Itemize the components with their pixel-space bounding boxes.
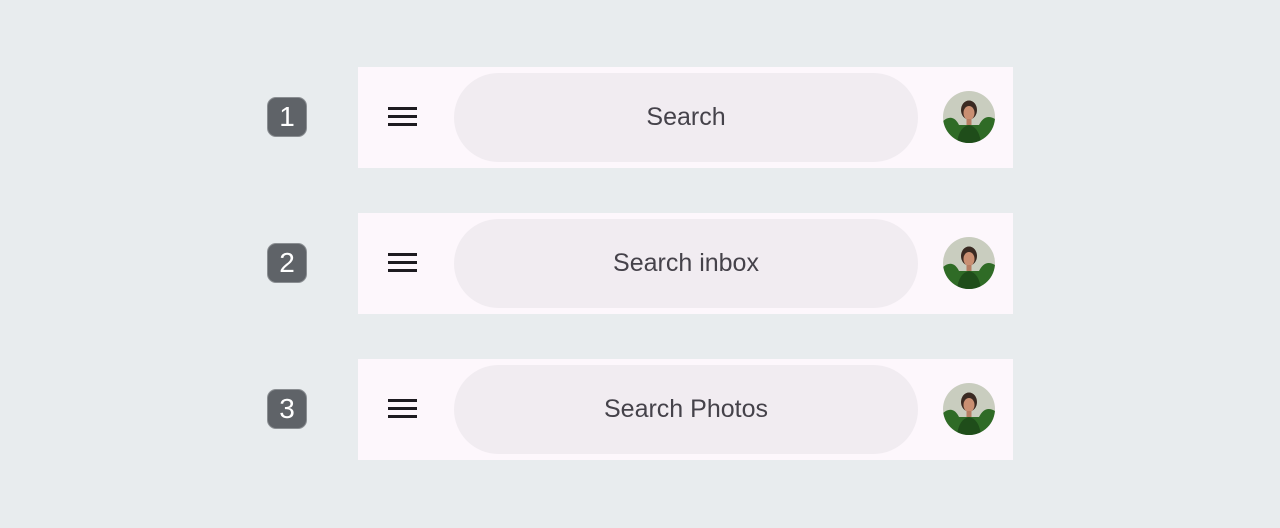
avatar[interactable]: [943, 237, 995, 289]
search-field[interactable]: Search: [454, 73, 918, 162]
search-bar-variant-2: 2 Search inbox: [0, 213, 1280, 314]
profile-avatar-icon: [943, 91, 995, 143]
number-badge: 1: [267, 97, 307, 137]
search-field[interactable]: Search inbox: [454, 219, 918, 308]
menu-button[interactable]: [376, 242, 428, 286]
number-badge: 2: [267, 243, 307, 283]
number-badge: 3: [267, 389, 307, 429]
avatar[interactable]: [943, 91, 995, 143]
search-bar-variant-3: 3 Search Photos: [0, 359, 1280, 460]
search-field[interactable]: Search Photos: [454, 365, 918, 454]
profile-avatar-icon: [943, 237, 995, 289]
search-bar-variant-1: 1 Search: [0, 67, 1280, 168]
avatar[interactable]: [943, 383, 995, 435]
menu-button[interactable]: [376, 388, 428, 432]
profile-avatar-icon: [943, 383, 995, 435]
menu-button[interactable]: [376, 96, 428, 140]
